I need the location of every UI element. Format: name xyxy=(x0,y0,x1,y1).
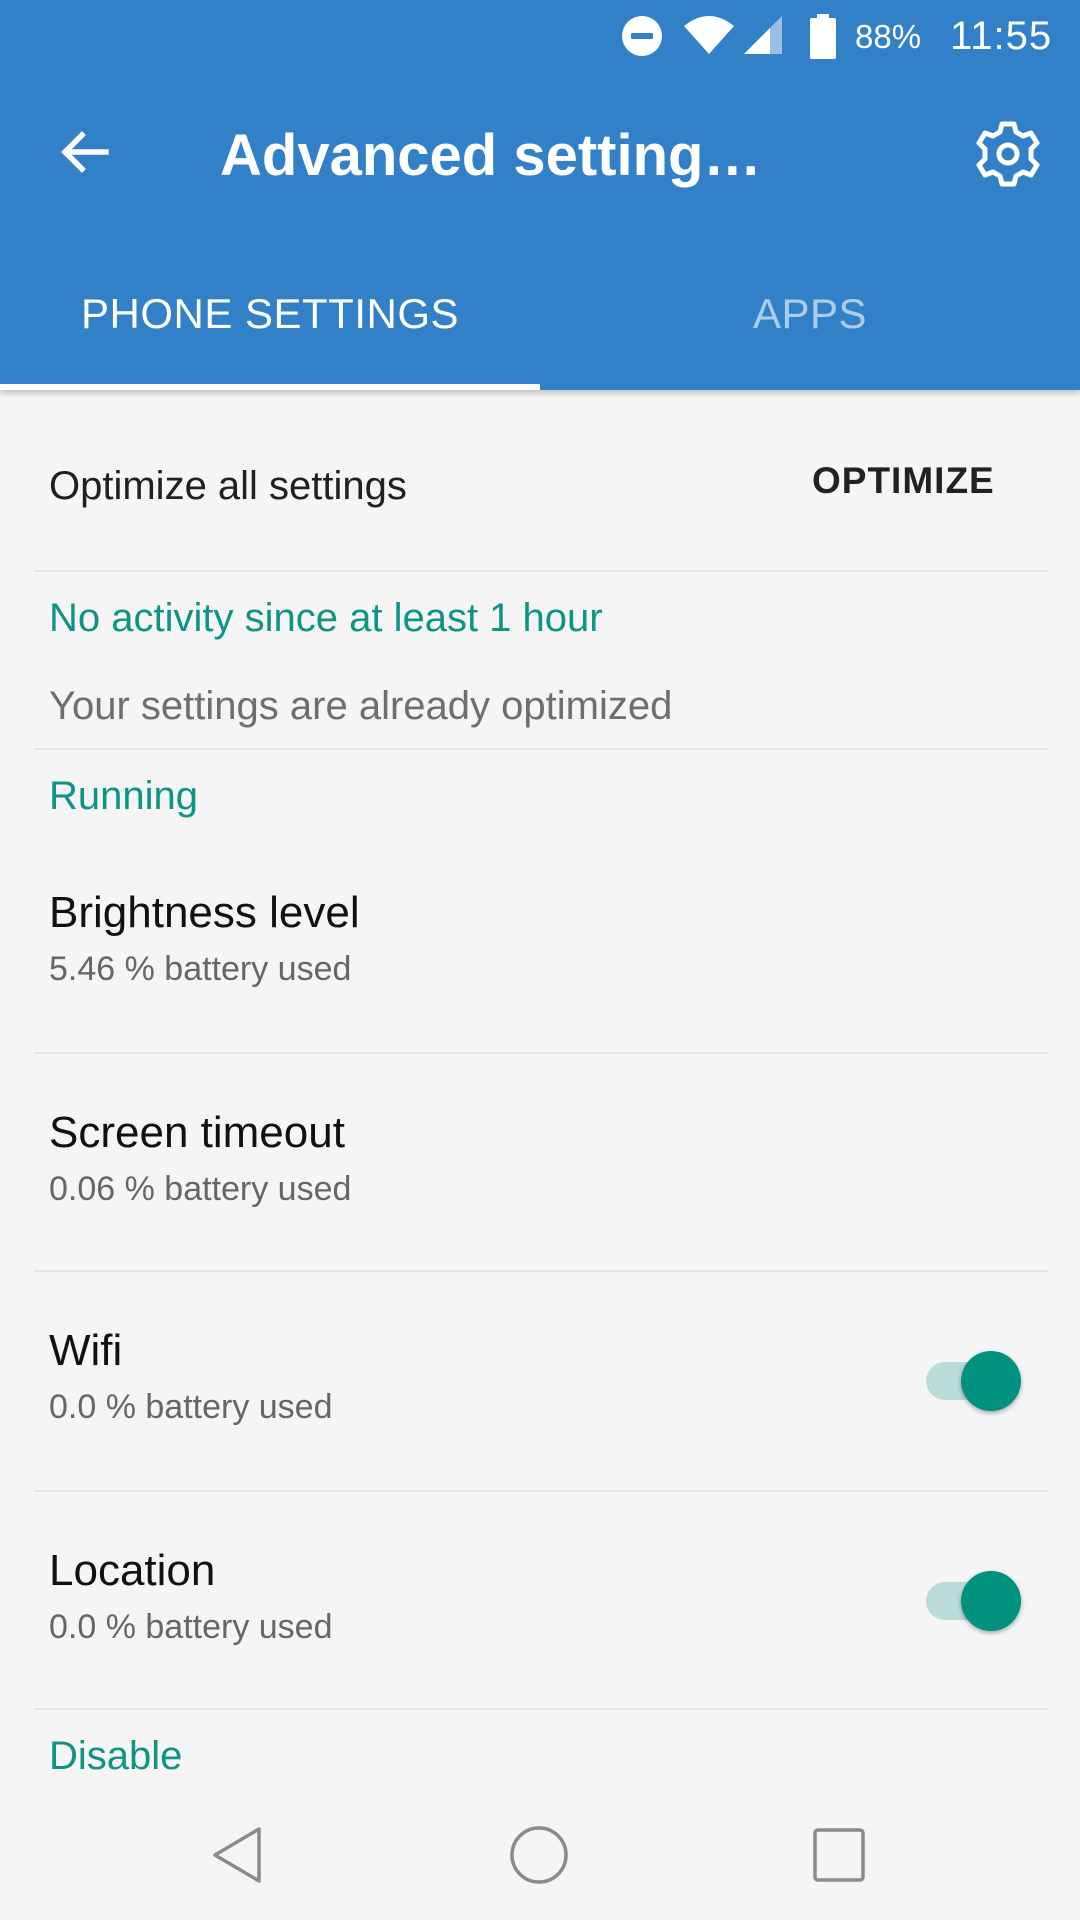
tab-apps[interactable]: APPS xyxy=(540,272,1080,390)
app-header: 88% 11:55 Advanced setting… PHONE SETTIN… xyxy=(0,0,1080,390)
optimized-summary: Your settings are already optimized xyxy=(49,684,673,728)
divider xyxy=(34,1708,1048,1710)
setting-battery-usage: 0.06 % battery used xyxy=(49,1170,352,1208)
setting-title: Screen timeout xyxy=(49,1108,345,1157)
setting-title: Brightness level xyxy=(49,888,360,937)
location-toggle[interactable] xyxy=(924,1568,1024,1634)
page-title: Advanced setting… xyxy=(220,123,762,188)
setting-battery-usage: 0.0 % battery used xyxy=(49,1608,333,1646)
clock: 11:55 xyxy=(950,14,1053,58)
nav-back-icon xyxy=(213,1827,261,1883)
battery-percent: 88% xyxy=(855,18,922,55)
tab-label: APPS xyxy=(752,290,868,337)
screen: 88% 11:55 Advanced setting… PHONE SETTIN… xyxy=(0,0,1080,1920)
setting-title: Wifi xyxy=(49,1326,123,1375)
toggle-thumb xyxy=(961,1571,1021,1631)
optimize-button[interactable]: OPTIMIZE xyxy=(812,460,995,502)
back-button[interactable] xyxy=(44,112,124,192)
tab-phone-settings[interactable]: PHONE SETTINGS xyxy=(0,272,540,390)
setting-title: Location xyxy=(49,1546,216,1595)
battery-icon xyxy=(810,14,836,59)
disable-header: Disable xyxy=(49,1734,183,1778)
tab-bar: PHONE SETTINGS APPS xyxy=(0,272,1080,390)
toggle-thumb xyxy=(961,1351,1021,1411)
nav-back-button[interactable] xyxy=(194,1810,284,1900)
arrow-left-icon xyxy=(61,131,109,173)
divider xyxy=(34,570,1048,572)
nav-recents-icon xyxy=(813,1828,865,1882)
optimize-all-row: Optimize all settings OPTIMIZE xyxy=(0,390,1080,570)
wifi-icon xyxy=(684,16,734,54)
gear-icon xyxy=(976,121,1040,187)
nav-home-icon xyxy=(510,1826,568,1884)
settings-button[interactable] xyxy=(966,112,1050,196)
running-header: Running xyxy=(49,774,199,818)
setting-row-wifi[interactable]: Wifi 0.0 % battery used xyxy=(0,1270,1080,1488)
do-not-disturb-icon xyxy=(622,16,662,56)
setting-row-brightness[interactable]: Brightness level 5.46 % battery used xyxy=(0,832,1080,1050)
optimize-all-label: Optimize all settings xyxy=(49,464,407,508)
divider xyxy=(34,748,1048,750)
setting-battery-usage: 5.46 % battery used xyxy=(49,950,352,988)
inactivity-header: No activity since at least 1 hour xyxy=(49,596,603,640)
setting-row-screen-timeout[interactable]: Screen timeout 0.06 % battery used xyxy=(0,1052,1080,1270)
setting-row-location[interactable]: Location 0.0 % battery used xyxy=(0,1490,1080,1708)
tab-label: PHONE SETTINGS xyxy=(80,290,460,337)
cell-signal-icon xyxy=(744,16,782,54)
nav-recents-button[interactable] xyxy=(794,1810,884,1900)
nav-home-button[interactable] xyxy=(494,1810,584,1900)
wifi-toggle[interactable] xyxy=(924,1348,1024,1414)
navigation-bar xyxy=(0,1790,1080,1920)
setting-battery-usage: 0.0 % battery used xyxy=(49,1388,333,1426)
status-bar: 88% 11:55 xyxy=(0,0,1080,74)
